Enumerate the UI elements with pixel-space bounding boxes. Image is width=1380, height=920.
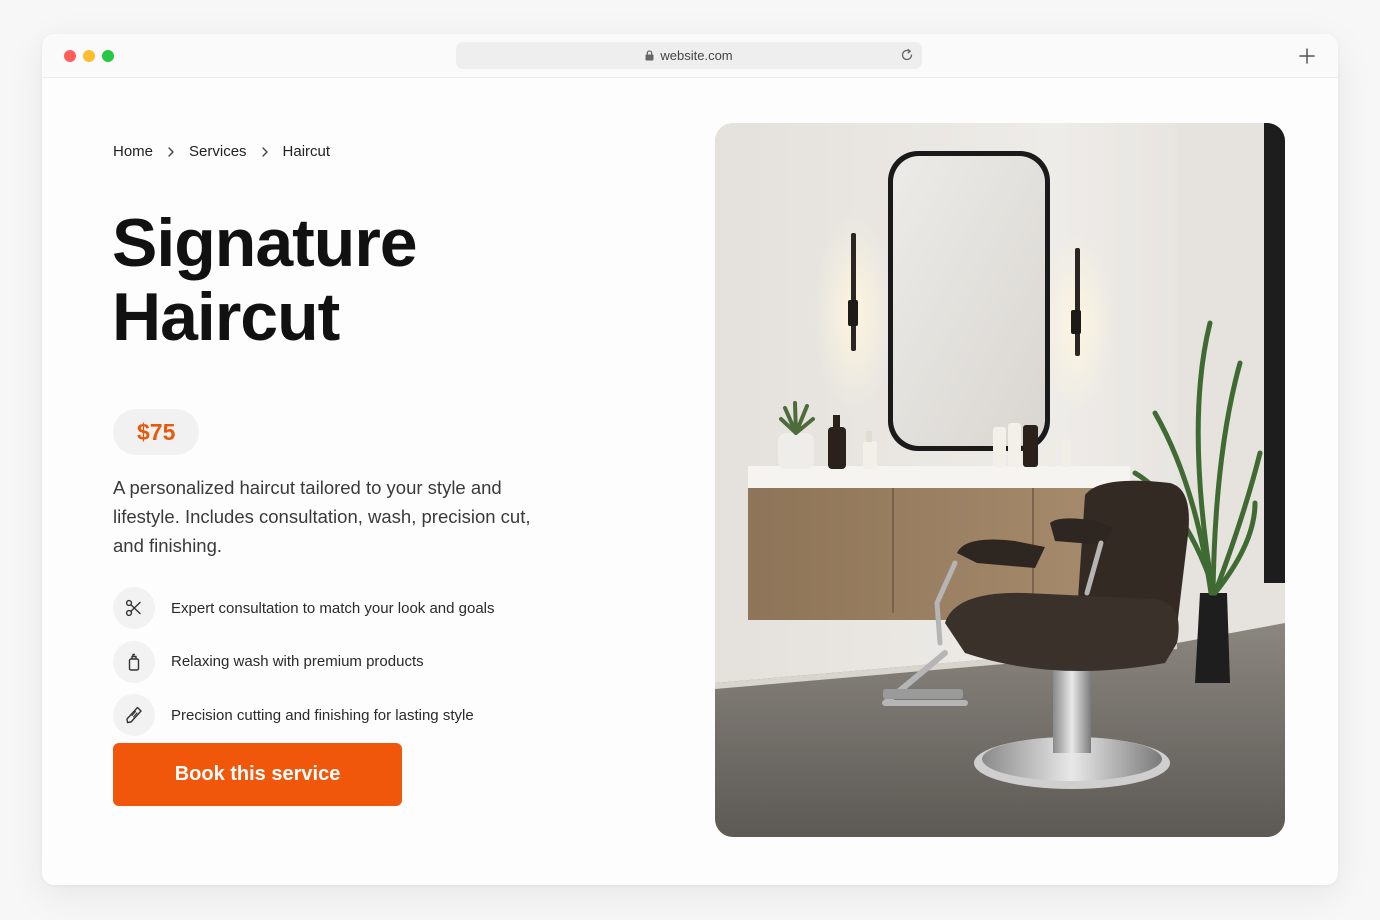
- chevron-right-icon: [261, 146, 268, 157]
- reload-icon[interactable]: [900, 48, 914, 62]
- chevron-right-icon: [168, 146, 174, 157]
- close-window-button[interactable]: [64, 50, 76, 62]
- scissors-icon: [113, 587, 155, 629]
- feature-text: Relaxing wash with premium products: [171, 653, 424, 670]
- title-line-1: Signature: [112, 205, 418, 281]
- book-service-button[interactable]: Book this service: [113, 743, 402, 806]
- page-content: Home Services Haircut Signature Haircut …: [42, 78, 1338, 885]
- feature-item: Expert consultation to match your look a…: [113, 586, 495, 630]
- maximize-window-button[interactable]: [102, 50, 114, 62]
- breadcrumb-services[interactable]: Services: [189, 143, 247, 160]
- lock-icon: [645, 50, 654, 61]
- salon-interior-photo: [715, 123, 1285, 837]
- feature-text: Precision cutting and finishing for last…: [171, 706, 474, 724]
- price-badge: $75: [113, 409, 200, 455]
- browser-window: website.com Home Services Haircut Signat…: [42, 34, 1338, 885]
- razor-icon: [113, 694, 155, 736]
- url-text: website.com: [660, 48, 733, 63]
- breadcrumb-current: Haircut: [282, 143, 331, 160]
- feature-text: Expert consultation to match your look a…: [171, 599, 495, 617]
- new-tab-plus-icon[interactable]: [1298, 47, 1316, 65]
- breadcrumb-home[interactable]: Home: [113, 143, 153, 160]
- feature-list: Expert consultation to match your look a…: [113, 586, 495, 747]
- feature-item: Relaxing wash with premium products: [113, 640, 495, 684]
- breadcrumb: Home Services Haircut: [113, 143, 330, 160]
- title-line-2: Haircut: [112, 279, 340, 355]
- bottle-icon: [113, 640, 155, 683]
- browser-titlebar: website.com: [42, 34, 1338, 78]
- service-description: A personalized haircut tailored to your …: [113, 477, 531, 556]
- feature-item: Precision cutting and finishing for last…: [113, 693, 495, 737]
- address-bar[interactable]: website.com: [456, 42, 922, 69]
- minimize-window-button[interactable]: [83, 50, 95, 62]
- page-title: Signature Haircut: [112, 206, 632, 354]
